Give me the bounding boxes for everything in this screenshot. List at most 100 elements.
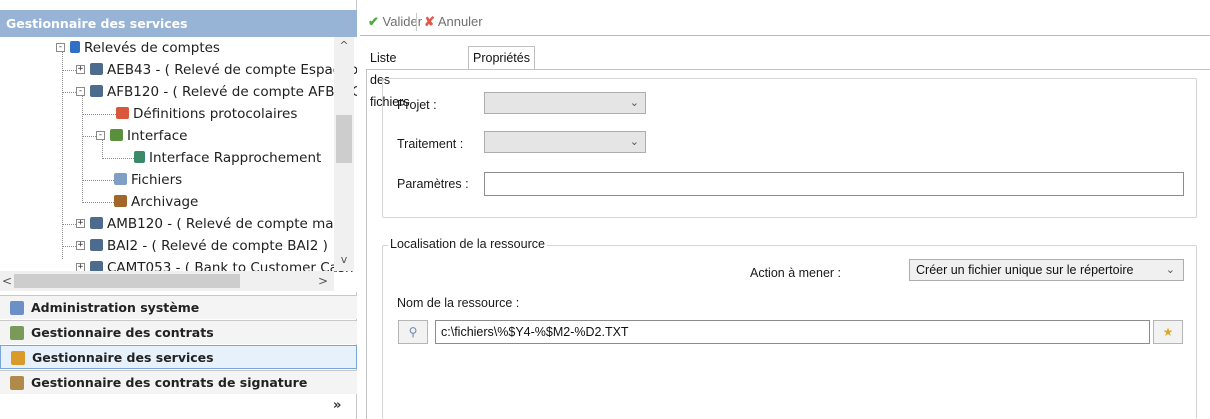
expand-toggle[interactable]: + bbox=[76, 219, 85, 228]
tree-line bbox=[102, 137, 103, 159]
tree-item-archivage[interactable]: Archivage bbox=[114, 191, 198, 213]
tree-item-label: Interface Rapprochement bbox=[149, 150, 322, 166]
resource-name-label: Nom de la ressource : bbox=[397, 296, 520, 310]
bank-icon bbox=[90, 85, 103, 97]
action-value: Créer un fichier unique sur le répertoir… bbox=[916, 263, 1134, 277]
section-label: Gestionnaire des services bbox=[32, 350, 214, 365]
validate-button[interactable]: ✔ Valider bbox=[368, 12, 422, 32]
folder-icon bbox=[70, 41, 80, 53]
tree-item-aeb43[interactable]: AEB43 - ( Relevé de compte Espagno bbox=[90, 59, 357, 81]
tree-line bbox=[62, 92, 76, 93]
toolbar-separator bbox=[416, 13, 417, 31]
definitions-icon bbox=[116, 107, 129, 119]
collapse-toggle[interactable]: - bbox=[76, 87, 85, 96]
section-label: Administration système bbox=[31, 300, 200, 315]
projet-select[interactable]: ⌄ bbox=[484, 92, 646, 114]
browse-search-button[interactable]: ⚲ bbox=[398, 320, 428, 344]
key-icon: ★ bbox=[1162, 325, 1174, 339]
scroll-thumb[interactable] bbox=[14, 274, 240, 288]
expand-toggle[interactable]: + bbox=[76, 65, 85, 74]
tree-item-label: AEB43 - ( Relevé de compte Espagno bbox=[107, 62, 357, 78]
tree-line bbox=[62, 49, 63, 259]
expand-toggle[interactable]: + bbox=[76, 241, 85, 250]
cancel-button[interactable]: ✘ Annuler bbox=[424, 12, 483, 32]
checkmark-icon: ✔ bbox=[368, 14, 379, 29]
tree-item-label: Relevés de comptes bbox=[84, 40, 220, 56]
tree-item-afb120[interactable]: AFB120 - ( Relevé de compte AFB12C bbox=[90, 81, 357, 103]
archive-icon bbox=[114, 195, 127, 207]
variables-button[interactable]: ★ bbox=[1153, 320, 1183, 344]
action-select[interactable]: Créer un fichier unique sur le répertoir… bbox=[909, 259, 1184, 281]
tree-item-label: Fichiers bbox=[131, 172, 183, 188]
services-tree: - + - - + + + Relevés de comptes AEB43 -… bbox=[0, 37, 357, 292]
chevron-down-icon: ⌄ bbox=[629, 96, 639, 109]
services-icon bbox=[11, 351, 25, 365]
tree-item-fichiers[interactable]: Fichiers bbox=[114, 169, 182, 191]
section-label: Gestionnaire des contrats bbox=[31, 325, 214, 340]
tree-item-label: AMB120 - ( Relevé de compte maroc bbox=[107, 216, 355, 232]
chevron-down-icon: ⌄ bbox=[629, 135, 639, 148]
section-gestionnaire-des-contrats-de-signature[interactable]: Gestionnaire des contrats de signature bbox=[0, 370, 357, 394]
files-search-icon bbox=[114, 173, 127, 185]
tree-line bbox=[62, 246, 76, 247]
parametres-label: Paramètres : bbox=[397, 177, 469, 191]
cancel-label: Annuler bbox=[437, 14, 483, 29]
tree-line bbox=[62, 224, 76, 225]
tree-line bbox=[102, 158, 138, 159]
section-gestionnaire-des-services[interactable]: Gestionnaire des services bbox=[0, 345, 357, 369]
more-sections-chevron-icon[interactable]: » bbox=[333, 398, 341, 413]
traitement-select[interactable]: ⌄ bbox=[484, 131, 646, 153]
chevron-down-icon: ⌄ bbox=[1165, 264, 1175, 276]
action-label: Action à mener : bbox=[750, 266, 842, 280]
resource-location-legend: Localisation de la ressource bbox=[388, 237, 547, 251]
resource-name-input[interactable]: c:\fichiers\%$Y4-%$M2-%D2.TXT bbox=[435, 320, 1150, 344]
tree-item-interface[interactable]: Interface bbox=[110, 125, 187, 147]
bank-icon bbox=[90, 239, 103, 251]
scroll-left-arrow[interactable]: < bbox=[0, 271, 14, 291]
section-label: Gestionnaire des contrats de signature bbox=[31, 375, 308, 390]
projet-label: Projet : bbox=[397, 98, 437, 112]
contracts-icon bbox=[10, 326, 24, 340]
panel-header: Gestionnaire des services bbox=[0, 10, 357, 37]
tree-line bbox=[82, 93, 83, 203]
bank-icon bbox=[90, 63, 103, 75]
tab-proprietes[interactable]: Propriétés bbox=[468, 46, 535, 69]
signature-icon bbox=[10, 376, 24, 390]
tree-item-label: Archivage bbox=[131, 194, 199, 210]
tree-line bbox=[82, 202, 114, 203]
toolbar: ✔ Valider ✘ Annuler bbox=[360, 8, 1210, 36]
tree-horizontal-scrollbar[interactable]: < > bbox=[0, 271, 334, 291]
tree-line bbox=[82, 114, 118, 115]
collapse-toggle[interactable]: - bbox=[56, 43, 65, 52]
scroll-up-arrow[interactable]: ^ bbox=[334, 39, 354, 53]
parametres-input[interactable] bbox=[484, 172, 1184, 196]
tree-line bbox=[62, 70, 76, 71]
tree-item-definitions-protocolaires[interactable]: Définitions protocolaires bbox=[116, 103, 297, 125]
tree-item-releves-de-comptes[interactable]: Relevés de comptes bbox=[70, 37, 220, 59]
tree-item-label: Interface bbox=[127, 128, 188, 144]
cancel-icon: ✘ bbox=[424, 14, 435, 29]
collapse-toggle[interactable]: - bbox=[96, 131, 105, 140]
tree-line bbox=[82, 180, 118, 181]
tree-item-amb120[interactable]: AMB120 - ( Relevé de compte maroc bbox=[90, 213, 354, 235]
section-administration-systeme[interactable]: Administration système bbox=[0, 295, 357, 319]
tree-line bbox=[82, 136, 96, 137]
admin-icon bbox=[10, 301, 24, 315]
scroll-down-arrow[interactable]: v bbox=[334, 253, 354, 267]
left-navigation-panel: Gestionnaire des services - + - - + + + … bbox=[0, 0, 357, 419]
tree-item-label: Définitions protocolaires bbox=[133, 106, 298, 122]
tree-item-bai2[interactable]: BAI2 - ( Relevé de compte BAI2 ) bbox=[90, 235, 328, 257]
section-gestionnaire-des-contrats[interactable]: Gestionnaire des contrats bbox=[0, 320, 357, 344]
tree-item-interface-rapprochement[interactable]: Interface Rapprochement bbox=[134, 147, 322, 169]
bank-icon bbox=[90, 217, 103, 229]
scroll-thumb[interactable] bbox=[336, 115, 352, 163]
tab-liste-des-fichiers[interactable]: Liste des fichiers bbox=[366, 47, 414, 109]
tree-item-label: AFB120 - ( Relevé de compte AFB12C bbox=[107, 84, 357, 100]
rapprochement-icon bbox=[134, 151, 145, 163]
scroll-right-arrow[interactable]: > bbox=[316, 271, 330, 291]
search-icon: ⚲ bbox=[408, 325, 418, 339]
interface-icon bbox=[110, 129, 123, 141]
tree-item-label: BAI2 - ( Relevé de compte BAI2 ) bbox=[107, 238, 328, 254]
traitement-label: Traitement : bbox=[397, 137, 464, 151]
tree-vertical-scrollbar[interactable]: ^ v bbox=[334, 37, 354, 271]
